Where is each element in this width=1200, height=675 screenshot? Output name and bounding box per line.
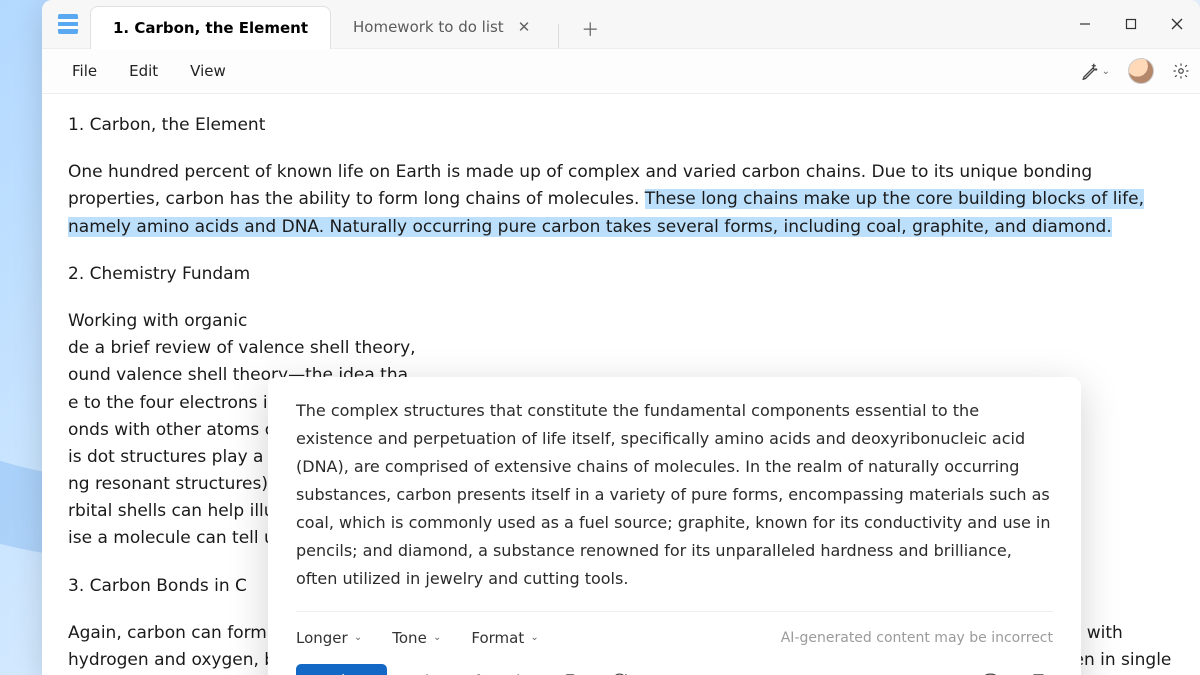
suggestion-pager: ◀ 1 of 4 ▶ bbox=[407, 667, 538, 675]
chevron-down-icon: ⌄ bbox=[351, 630, 363, 646]
tab-divider bbox=[558, 24, 559, 48]
tab-homework-list[interactable]: Homework to do list ✕ bbox=[331, 6, 552, 48]
tab-strip: 1. Carbon, the Element Homework to do li… bbox=[90, 0, 609, 48]
popup-actions-row: Replace ◀ 1 of 4 ▶ bbox=[296, 664, 1053, 675]
ai-suggestion-text: The complex structures that constitute t… bbox=[296, 397, 1053, 593]
notepad-icon bbox=[58, 14, 78, 34]
dismiss-button[interactable] bbox=[652, 666, 682, 675]
window-controls bbox=[1062, 0, 1200, 48]
app-window: 1. Carbon, the Element Homework to do li… bbox=[42, 0, 1200, 675]
menu-edit[interactable]: Edit bbox=[113, 56, 174, 86]
suggestion-count: 1 of 4 bbox=[443, 669, 502, 675]
tone-option[interactable]: Tone ⌄ bbox=[392, 626, 441, 650]
feedback-flag-button[interactable] bbox=[1023, 666, 1053, 675]
replace-button[interactable]: Replace bbox=[296, 664, 387, 675]
next-suggestion-button[interactable]: ▶ bbox=[510, 667, 538, 675]
tab-carbon-element[interactable]: 1. Carbon, the Element bbox=[90, 6, 331, 49]
user-avatar[interactable] bbox=[1128, 58, 1154, 84]
paragraph-1: One hundred percent of known life on Ear… bbox=[68, 159, 1174, 241]
heading-2: 2. Chemistry Fundam bbox=[68, 261, 1174, 288]
settings-button[interactable] bbox=[1172, 62, 1190, 80]
ai-rewrite-popup: The complex structures that constitute t… bbox=[268, 377, 1081, 675]
close-icon[interactable]: ✕ bbox=[518, 18, 531, 36]
heading-1: 1. Carbon, the Element bbox=[68, 112, 1174, 139]
ai-rewrite-button[interactable]: ⌄ bbox=[1081, 62, 1110, 80]
tab-label: Homework to do list bbox=[353, 18, 504, 36]
length-option[interactable]: Longer ⌄ bbox=[296, 626, 362, 650]
menu-view[interactable]: View bbox=[174, 56, 242, 86]
popup-options-row: Longer ⌄ Tone ⌄ Format ⌄ AI-generated co… bbox=[296, 611, 1053, 650]
chevron-down-icon: ⌄ bbox=[430, 630, 442, 646]
ai-disclaimer: AI-generated content may be incorrect bbox=[781, 627, 1053, 649]
chevron-down-icon: ⌄ bbox=[1102, 66, 1110, 77]
close-button[interactable] bbox=[1154, 0, 1200, 48]
regenerate-button[interactable] bbox=[604, 666, 634, 675]
data-source-button[interactable] bbox=[975, 666, 1005, 675]
copy-button[interactable] bbox=[556, 666, 586, 675]
format-option[interactable]: Format ⌄ bbox=[471, 626, 538, 650]
prev-suggestion-button[interactable]: ◀ bbox=[407, 667, 435, 675]
menu-bar: File Edit View ⌄ bbox=[42, 49, 1200, 94]
document-area[interactable]: 1. Carbon, the Element One hundred perce… bbox=[42, 94, 1200, 675]
maximize-button[interactable] bbox=[1108, 0, 1154, 48]
minimize-button[interactable] bbox=[1062, 0, 1108, 48]
menu-file[interactable]: File bbox=[56, 56, 113, 86]
new-tab-button[interactable]: ＋ bbox=[571, 10, 609, 48]
title-bar: 1. Carbon, the Element Homework to do li… bbox=[42, 0, 1200, 49]
tab-label: 1. Carbon, the Element bbox=[113, 19, 308, 37]
chevron-down-icon: ⌄ bbox=[527, 630, 539, 646]
